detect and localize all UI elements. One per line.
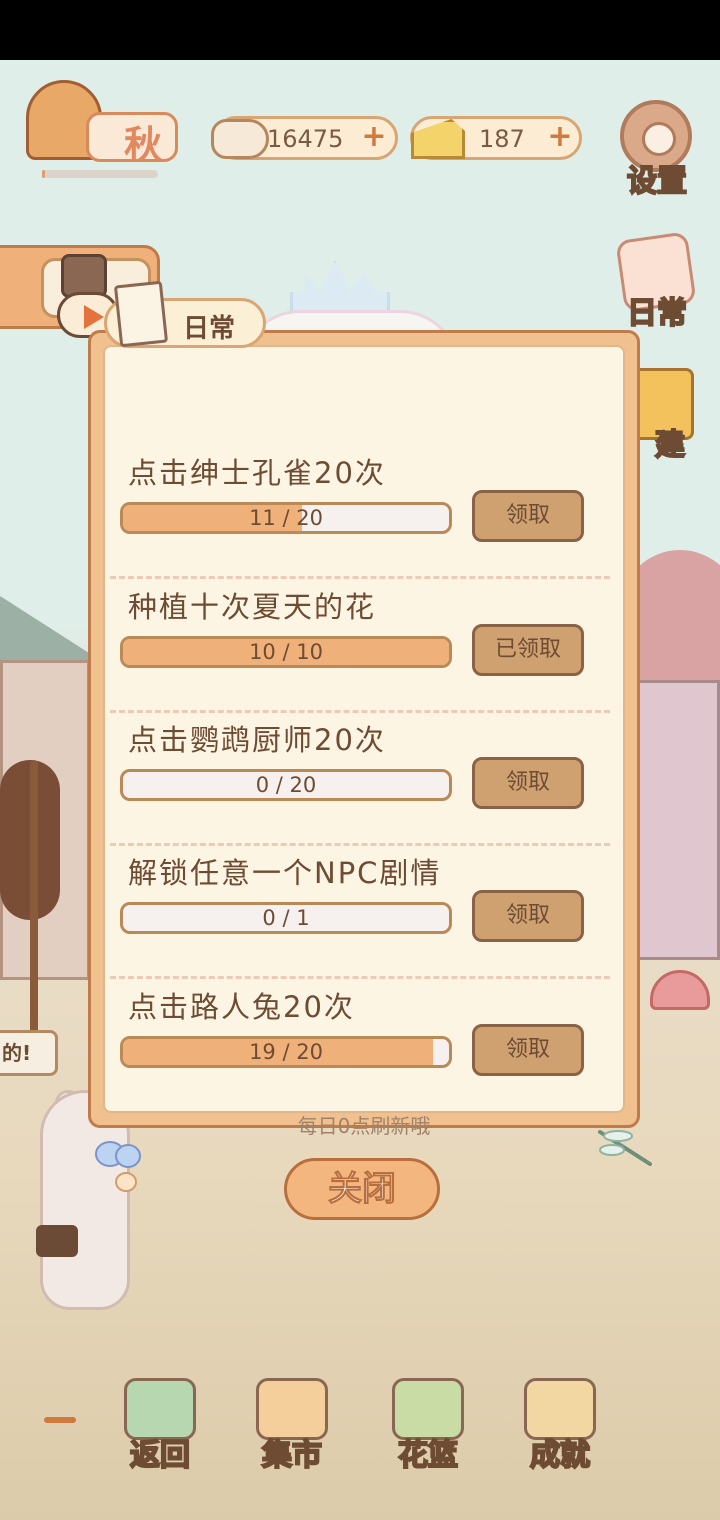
task-progress-text: 19 / 20 bbox=[249, 1040, 323, 1064]
task-progress-bar: 10 / 10 bbox=[120, 636, 452, 668]
task-progress-bar: 11 / 20 bbox=[120, 502, 452, 534]
task-row: 种植十次夏天的花 10 / 10 已领取 bbox=[110, 574, 610, 708]
claim-button[interactable]: 领取 bbox=[472, 757, 584, 809]
season-label: 秋 bbox=[124, 122, 163, 167]
task-title: 解锁任意一个NPC剧情 bbox=[128, 856, 442, 890]
nav-achievement[interactable]: 成就 bbox=[514, 1378, 606, 1478]
note-icon bbox=[113, 280, 169, 348]
mushroom-decoration bbox=[650, 970, 710, 1010]
task-progress-text: 0 / 1 bbox=[262, 906, 310, 930]
task-progress-bar: 0 / 1 bbox=[120, 902, 452, 934]
dialog-title: 日常 bbox=[183, 314, 236, 344]
nav-basket-label: 花篮 bbox=[397, 1437, 459, 1474]
fish-currency: 16475 + bbox=[211, 116, 398, 160]
task-title: 种植十次夏天的花 bbox=[128, 590, 377, 624]
dialog-tab: 日常 bbox=[104, 280, 266, 348]
butterfly-icon bbox=[95, 1141, 141, 1192]
nav-basket[interactable]: 花篮 bbox=[382, 1378, 474, 1478]
task-row: 点击绅士孔雀20次 11 / 20 领取 bbox=[110, 440, 610, 574]
season-progress-fill bbox=[42, 170, 46, 178]
cheese-count: 187 bbox=[479, 125, 525, 153]
task-title: 点击路人兔20次 bbox=[128, 990, 355, 1024]
close-button[interactable]: 关闭 bbox=[284, 1158, 440, 1220]
claim-button[interactable]: 领取 bbox=[472, 890, 584, 942]
task-progress-text: 0 / 20 bbox=[255, 773, 317, 797]
nav-back-label: 返回 bbox=[129, 1437, 191, 1474]
season-progress-bar bbox=[42, 170, 158, 178]
status-bar bbox=[0, 0, 720, 60]
task-progress-text: 11 / 20 bbox=[249, 506, 323, 530]
nav-market[interactable]: 集市 bbox=[246, 1378, 338, 1478]
cheese-currency: 187 + bbox=[410, 116, 582, 160]
add-fish-button[interactable]: + bbox=[359, 122, 389, 152]
collapse-nav-button[interactable] bbox=[44, 1417, 76, 1423]
task-title: 点击鹦鹉厨师20次 bbox=[128, 723, 386, 757]
nav-market-label: 集市 bbox=[261, 1437, 323, 1474]
settings-button[interactable]: 设置 bbox=[614, 100, 694, 200]
task-title: 点击绅士孔雀20次 bbox=[128, 456, 386, 490]
claimed-button[interactable]: 已领取 bbox=[472, 624, 584, 676]
refresh-note: 每日0点刷新哦 bbox=[297, 1114, 431, 1138]
task-progress-bar: 19 / 20 bbox=[120, 1036, 452, 1068]
build-label: 建 bbox=[654, 427, 686, 464]
task-row: 点击鹦鹉厨师20次 0 / 20 领取 bbox=[110, 707, 610, 841]
settings-label: 设置 bbox=[626, 163, 688, 200]
daily-label: 日常 bbox=[626, 295, 688, 332]
dragonfly-icon bbox=[598, 1130, 652, 1166]
fish-count: 16475 bbox=[267, 125, 344, 153]
add-cheese-button[interactable]: + bbox=[545, 122, 575, 152]
cheese-icon bbox=[411, 113, 469, 165]
task-progress-text: 10 / 10 bbox=[249, 640, 323, 664]
roof-decoration bbox=[0, 596, 100, 660]
nav-achievement-label: 成就 bbox=[529, 1437, 591, 1474]
bunny-bag-decoration bbox=[36, 1225, 78, 1257]
claim-button[interactable]: 领取 bbox=[472, 490, 584, 542]
fish-bone-icon bbox=[211, 113, 269, 165]
daily-button[interactable]: 日常 bbox=[614, 231, 697, 332]
lamp-post-decoration bbox=[30, 760, 38, 1060]
sign-decoration: 的! bbox=[0, 1030, 58, 1076]
season-badge[interactable]: 秋 bbox=[26, 80, 178, 170]
house-right-decoration bbox=[630, 680, 720, 960]
nav-back[interactable]: 返回 bbox=[114, 1378, 206, 1478]
task-progress-bar: 0 / 20 bbox=[120, 769, 452, 801]
task-row: 点击路人兔20次 19 / 20 领取 bbox=[110, 974, 610, 1108]
task-row: 解锁任意一个NPC剧情 0 / 1 领取 bbox=[110, 840, 610, 974]
claim-button[interactable]: 领取 bbox=[472, 1024, 584, 1076]
